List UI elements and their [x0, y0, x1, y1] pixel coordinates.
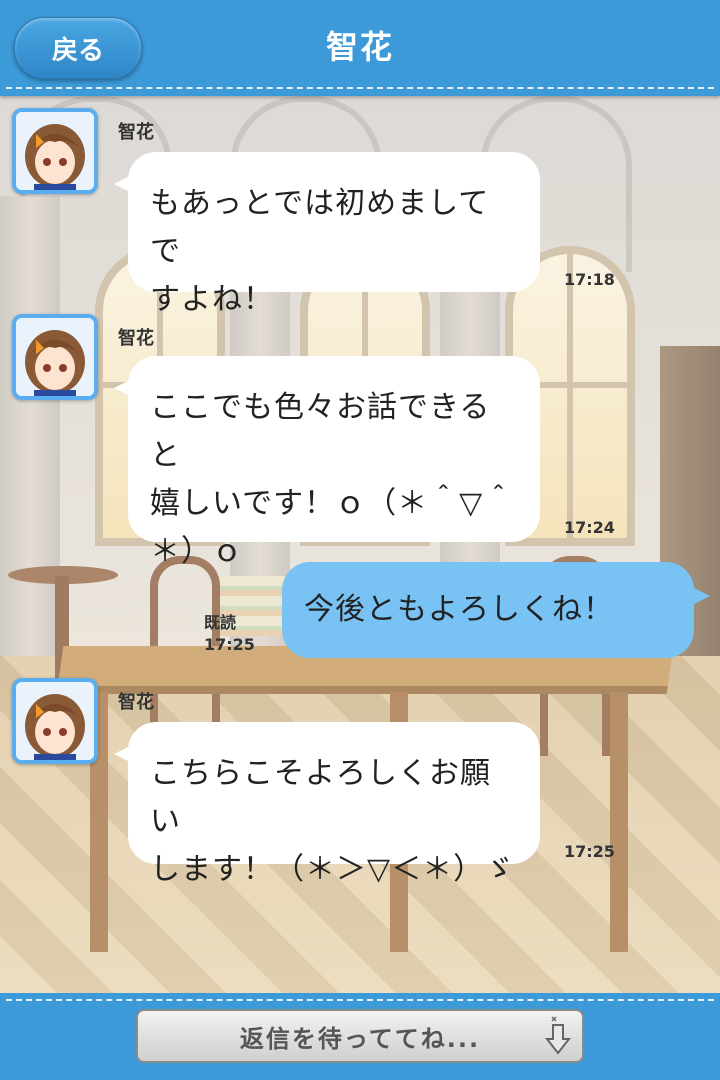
message-bubble: こちらこそよろしくお願い します！（＊＞▽＜＊）ゞ [114, 722, 540, 887]
reply-button[interactable]: 返信を待っててね... [136, 1009, 584, 1063]
sender-name: 智花 [118, 122, 154, 143]
message-bubble: もあっとでは初めましてで すよね！ [114, 152, 540, 317]
header-bar: 戻る 智花 [0, 0, 720, 96]
message-line: ここでも色々お話できると [150, 390, 491, 473]
message-time: 17:25 [204, 635, 255, 654]
message-time: 17:18 [564, 270, 615, 289]
message-line: こちらこそよろしくお願い [150, 756, 491, 839]
character-avatar[interactable] [12, 678, 98, 764]
read-label: 既読 [204, 613, 237, 632]
chat-title: 智花 [325, 28, 394, 66]
character-avatar[interactable] [12, 108, 98, 194]
message-line: 嬉しいです！ｏ（＊＾▽＾ [150, 486, 515, 521]
message-line: します！（＊＞▽＜＊）ゞ [150, 852, 516, 887]
message-time: 17:25 [564, 842, 615, 861]
message-line: 今後ともよろしくね！ [304, 592, 614, 627]
character-avatar[interactable] [12, 314, 98, 400]
message-time: 17:24 [564, 518, 615, 537]
message-bubble: ここでも色々お話できると 嬉しいです！ｏ（＊＾▽＾ ＊）ｏ [114, 356, 540, 569]
sender-name: 智花 [118, 328, 154, 349]
message-line: もあっとでは初めましてで [150, 186, 490, 269]
reply-label: 返信を待っててね... [239, 1024, 481, 1053]
sender-name: 智花 [118, 692, 154, 713]
read-receipt: 既読 17:25 [204, 612, 255, 656]
down-arrow-icon [544, 1016, 572, 1055]
own-message-bubble: 今後ともよろしくね！ [282, 562, 710, 658]
message-line: すよね！ [150, 282, 274, 317]
footer-bar: 返信を待っててね... [0, 993, 720, 1080]
